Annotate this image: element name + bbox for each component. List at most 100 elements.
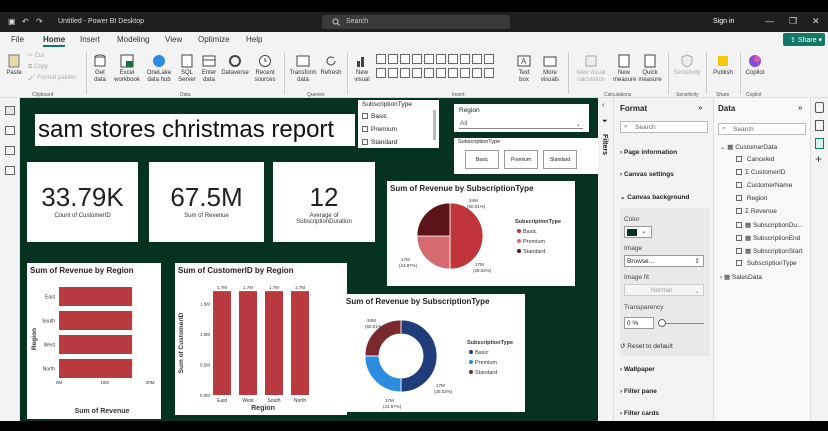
text-box-button[interactable]: A Text box [514,54,534,84]
undo-icon[interactable]: ↶ [22,17,29,26]
model-view-icon[interactable] [5,146,15,155]
subscription-button-slicer[interactable]: SubscriptionType Basic Premium Standard [454,138,601,174]
format-search-input[interactable]: ⌕ Search [620,121,708,133]
section-canvas-background[interactable]: ⌄ Canvas background [620,193,689,201]
field-item[interactable]: SubscriptionType [736,260,797,267]
kpi-card-customers[interactable]: 33.79K Count of CustomerID [27,162,138,242]
publish-button[interactable]: Publish [710,54,736,77]
quick-measure-button[interactable]: Quick measure [637,54,663,84]
dataverse-button[interactable]: Dataverse [221,54,249,77]
filters-label[interactable]: Filters [601,134,608,155]
transparency-input[interactable]: 0 % [624,317,654,329]
checkbox[interactable] [362,139,368,146]
add-icon[interactable]: + [815,152,822,166]
checkbox[interactable] [362,113,368,120]
menu-modeling[interactable]: Modeling [117,35,149,44]
collapse-icon[interactable]: » [698,103,702,112]
cut-button[interactable]: ✂ Cut [28,53,44,60]
menu-home[interactable]: Home [43,35,66,47]
checkbox[interactable] [736,195,742,202]
field-item[interactable]: Canceled [736,156,774,163]
section-filter-pane[interactable]: › Filter pane [620,388,657,395]
checkbox[interactable] [362,126,368,133]
data-search-input[interactable]: ⌕ Search [718,123,806,135]
kpi-card-duration[interactable]: 12 Average of SubscriptionDuration [273,162,375,242]
field-item[interactable]: ▦ SubscriptionStart [736,247,802,255]
checkbox[interactable] [736,208,742,215]
menu-file[interactable]: File [11,35,24,44]
visualizations-gallery[interactable] [376,54,511,86]
format-painter-button[interactable]: 🖌 Format painter [28,75,76,82]
dax-query-icon[interactable] [5,166,15,175]
checkbox[interactable] [736,222,742,229]
excel-button[interactable]: Excel workbook [113,54,141,84]
onelake-button[interactable]: OneLake data hub [144,54,174,84]
checkbox[interactable] [736,156,742,163]
data-icon[interactable] [815,120,824,131]
section-page-information[interactable]: › Page information [620,149,677,156]
revenue-by-region-card[interactable]: Sum of Revenue by Region East South West No… [27,263,161,419]
checkbox[interactable] [736,235,742,242]
image-fit-dropdown[interactable]: Normal ⌄ [624,284,704,296]
menu-view[interactable]: View [165,35,182,44]
visualizations-icon[interactable] [815,102,824,113]
slicer-button-basic[interactable]: Basic [465,150,499,169]
share-button[interactable]: ⇪ Share ▾ [783,33,825,46]
maximize-icon[interactable]: ❐ [789,16,797,27]
donut-chart-card[interactable]: Sum of Revenue by SubscriptionType 34M (5… [343,294,525,412]
sensitivity-button[interactable]: Sensitivity [672,54,702,77]
customers-by-region-card[interactable]: Sum of CustomerID by Region 1.7M East 1.7M… [175,263,347,415]
color-picker[interactable]: ⌄ [624,226,652,238]
transform-data-button[interactable]: Transform data [288,54,318,84]
checkbox[interactable] [736,169,742,176]
save-icon[interactable]: ▣ [8,17,16,26]
menu-insert[interactable]: Insert [80,35,100,44]
table-customerdata[interactable]: ⌄ ▦ CustomerData [720,143,777,151]
close-icon[interactable]: ✕ [812,16,820,27]
slicer-option-premium[interactable]: Premium [362,126,397,133]
new-measure-button[interactable]: New measure [613,54,636,84]
subscription-slicer[interactable]: SubscriptionType Basic Premium Standard [358,100,439,148]
section-wallpaper[interactable]: › Wallpaper [620,366,655,373]
checkbox[interactable] [736,248,742,255]
field-item[interactable]: Region [736,195,767,202]
search-box[interactable]: Search [322,15,510,29]
table-salesdata[interactable]: › ▦ SalesData [720,273,762,281]
reset-to-default-button[interactable]: ↺ Reset to default [620,342,673,350]
region-slicer[interactable]: Region All ⌄ [454,104,589,132]
enter-data-button[interactable]: Enter data [200,54,218,84]
field-item[interactable]: ▦ SubscriptionDu... [736,221,802,229]
slicer-button-premium[interactable]: Premium [504,150,538,169]
checkbox[interactable] [736,260,742,267]
refresh-button[interactable]: Refresh [320,54,342,77]
slicer-scrollbar[interactable] [433,110,436,140]
menu-optimize[interactable]: Optimize [198,35,230,44]
field-item[interactable]: CustomerName [736,182,792,189]
sign-in-link[interactable]: Sign in [713,18,734,25]
get-data-button[interactable]: Get data [90,54,110,84]
report-view-icon[interactable] [5,106,15,115]
slicer-option-basic[interactable]: Basic [362,113,387,120]
new-visual-calculation-button[interactable]: New visual calculation [572,54,610,84]
sql-server-button[interactable]: SQL Server [177,54,197,84]
slider-thumb[interactable] [658,319,666,327]
chevron-left-icon[interactable]: ‹ [602,102,604,109]
field-item[interactable]: ▦ SubscriptionEnd [736,234,800,242]
copy-button[interactable]: ⧉ Copy [28,64,48,71]
format-icon[interactable] [815,138,824,149]
new-visual-button[interactable]: New visual [351,54,373,84]
field-item[interactable]: Σ Revenue [736,208,777,215]
pie-chart-card[interactable]: Sum of Revenue by SubscriptionType 34M (5… [387,181,575,286]
slicer-button-standard[interactable]: Standard [543,150,577,169]
kpi-card-revenue[interactable]: 67.5M Sum of Revenue [149,162,264,242]
recent-sources-button[interactable]: Recent sources [252,54,278,84]
paste-button[interactable]: Paste [4,54,24,77]
redo-icon[interactable]: ↷ [36,17,43,26]
section-filter-cards[interactable]: › Filter cards [620,410,659,417]
collapse-icon[interactable]: » [798,103,802,112]
report-title[interactable]: sam stores christmas report [35,114,355,146]
more-visuals-button[interactable]: More visuals [537,54,563,84]
filters-pane-collapsed[interactable]: ‹ ⏷ Filters [598,98,614,421]
copilot-button[interactable]: Copilot [742,54,768,77]
region-dropdown[interactable]: All ⌄ [459,118,583,129]
